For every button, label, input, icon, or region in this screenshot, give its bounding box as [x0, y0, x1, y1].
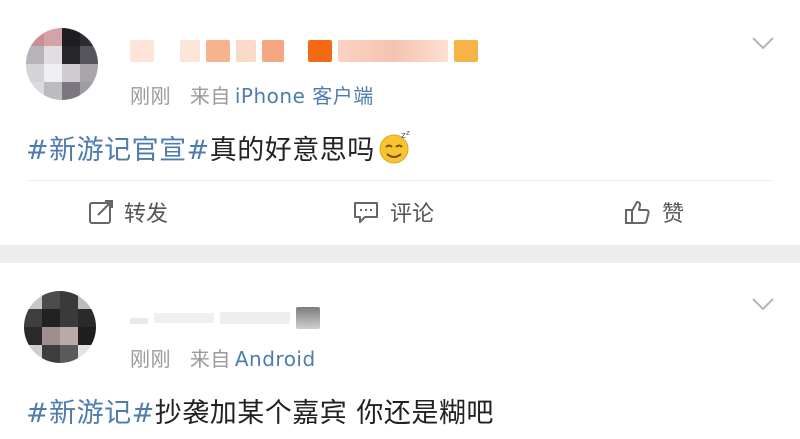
post-card-2[interactable]: 刚刚 来自 Android #新游记#抄袭加某个嘉宾 你还是糊吧: [0, 263, 800, 439]
post-content: #新游记官宣#真的好意思吗 z z: [26, 128, 413, 167]
comment-button[interactable]: 评论: [352, 190, 434, 234]
username-redacted[interactable]: [130, 36, 478, 66]
chevron-down-icon[interactable]: [752, 36, 774, 50]
post-text: 抄袭加某个嘉宾 你还是糊吧: [154, 398, 494, 429]
like-button[interactable]: 赞: [624, 190, 684, 234]
source-client[interactable]: Android: [235, 347, 316, 371]
action-divider: [26, 180, 774, 181]
post-text: 真的好意思吗: [209, 135, 375, 166]
post-time: 刚刚: [130, 347, 171, 371]
avatar[interactable]: [24, 291, 96, 363]
repost-icon: [89, 200, 113, 224]
like-label: 赞: [662, 202, 685, 227]
post-time: 刚刚: [130, 84, 171, 108]
post-meta: 刚刚 来自 iPhone 客户端: [130, 80, 374, 109]
post-content: #新游记#抄袭加某个嘉宾 你还是糊吧: [26, 391, 494, 430]
post-card-1[interactable]: 刚刚 来自 iPhone 客户端 #新游记官宣#真的好意思吗 z z 转发 评论…: [0, 0, 800, 245]
source-prefix: 来自: [189, 84, 231, 108]
repost-button[interactable]: 转发: [88, 190, 168, 234]
hashtag-link[interactable]: #新游记官宣#: [26, 135, 210, 166]
action-bar: 转发 评论 赞: [0, 190, 800, 234]
source-prefix: 来自: [189, 347, 231, 371]
feed-separator: [0, 245, 800, 263]
source-client[interactable]: iPhone 客户端: [235, 84, 374, 108]
thumbs-up-icon: [625, 201, 650, 224]
username-redacted[interactable]: [130, 303, 320, 333]
avatar[interactable]: [26, 28, 98, 100]
comment-label: 评论: [390, 202, 435, 227]
post-meta: 刚刚 来自 Android: [130, 343, 316, 372]
comment-icon: [354, 202, 378, 223]
hashtag-link[interactable]: #新游记#: [26, 398, 155, 429]
chevron-down-icon[interactable]: [752, 297, 774, 311]
sleepy-smile-emoji: z z: [379, 129, 410, 164]
svg-text:z: z: [406, 129, 410, 137]
repost-label: 转发: [124, 202, 169, 227]
